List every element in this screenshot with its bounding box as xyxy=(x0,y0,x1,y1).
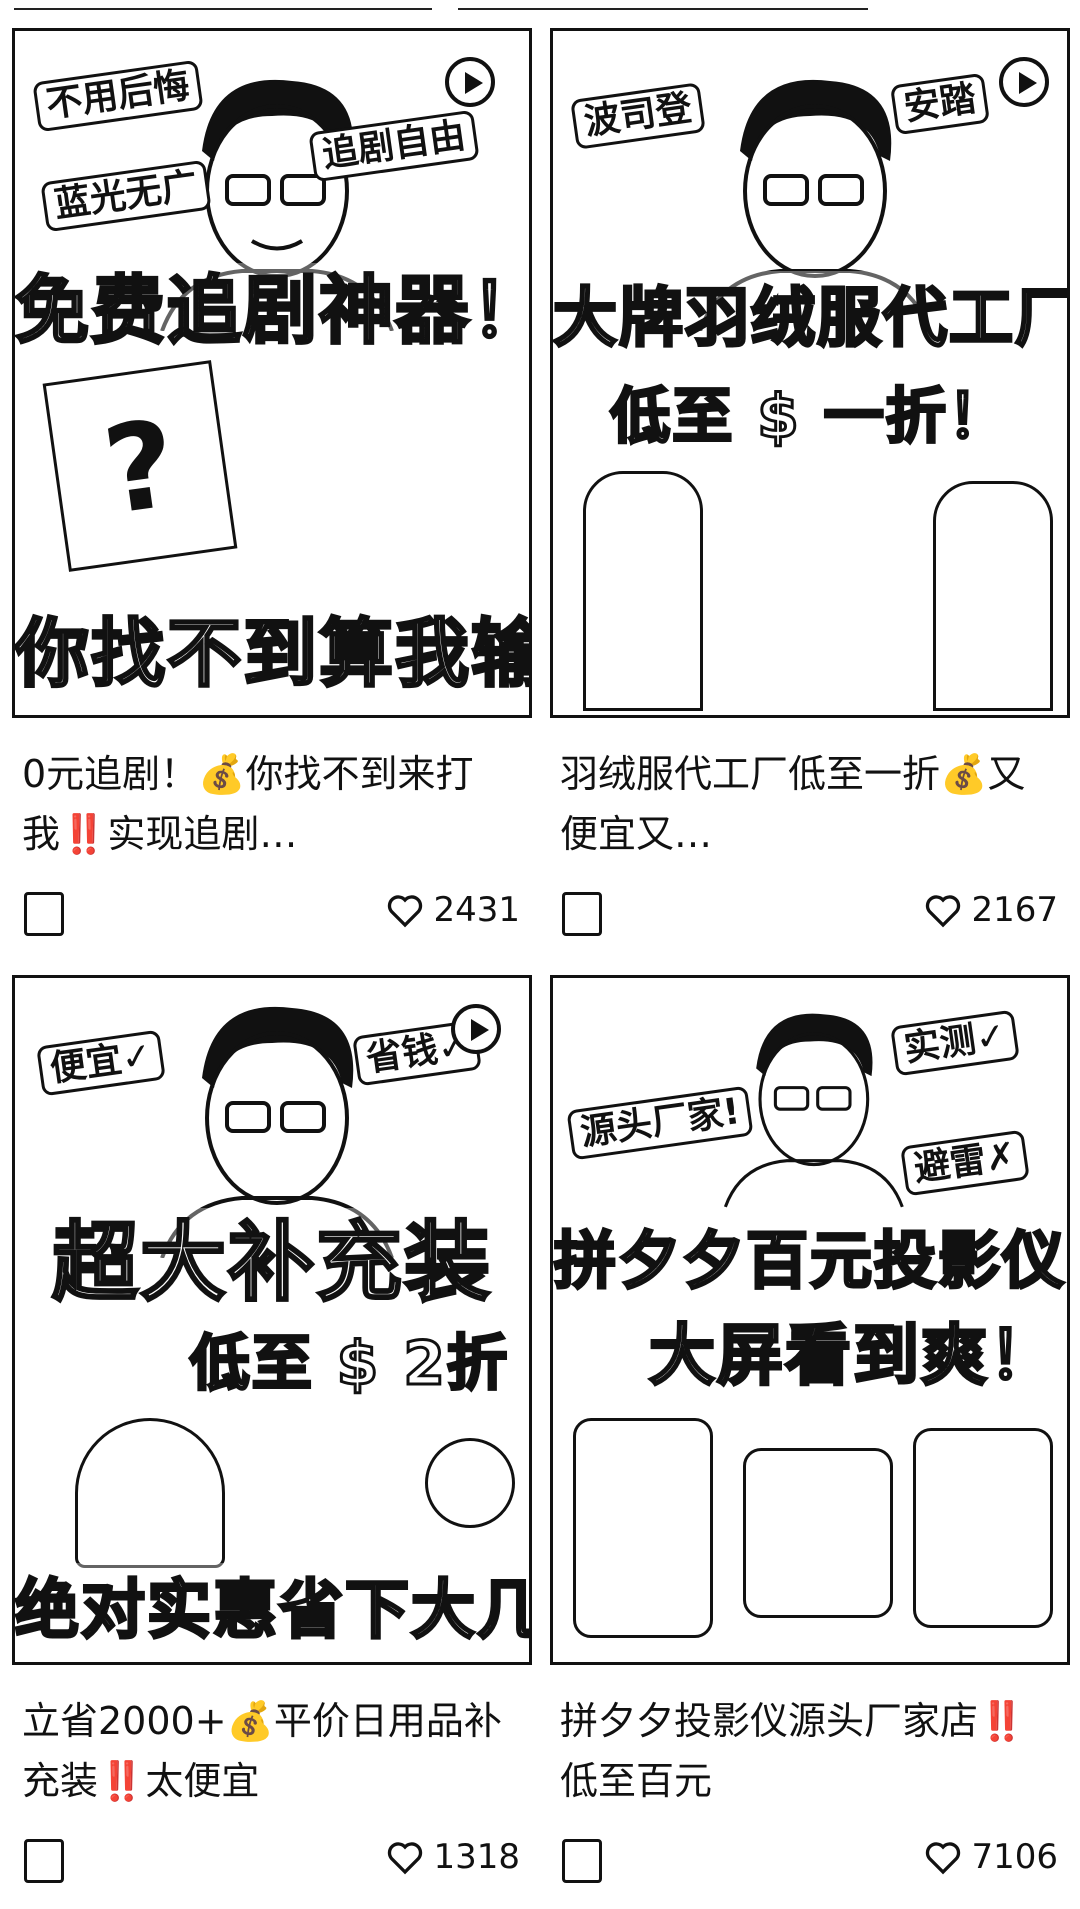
like-button[interactable]: 2431 xyxy=(385,890,520,930)
card-title[interactable]: 立省2000+💰平价日用品补充装‼️太便宜 xyxy=(12,1691,532,1811)
author-avatar[interactable] xyxy=(562,1839,602,1883)
projector-illustration xyxy=(743,1448,893,1618)
like-count: 1318 xyxy=(433,1837,520,1877)
like-button[interactable]: 2167 xyxy=(923,890,1058,930)
like-count: 2431 xyxy=(433,890,520,930)
like-count: 7106 xyxy=(971,1837,1058,1877)
play-circle-icon xyxy=(445,57,495,107)
product-bag-illustration xyxy=(75,1418,225,1568)
cover-subline: 大屏看到爽！ xyxy=(553,1308,1067,1404)
card-thumbnail[interactable]: 便宜✓ 省钱✓ 超大补充装 低至 $ 2折 绝对实惠省下大几千 xyxy=(12,975,532,1665)
cover-subline: 低至 $ 2折 xyxy=(15,1323,529,1405)
card-meta: 1318 xyxy=(12,1829,532,1899)
cover-headline: 免费追剧神器！ xyxy=(15,263,529,359)
feed-card[interactable]: 不用后悔 追剧自由 蓝光无广 免费追剧神器！ ? 你找不到算我输 0元追剧！💰你… xyxy=(12,28,532,952)
author-avatar[interactable] xyxy=(562,892,602,936)
jacket-illustration xyxy=(583,471,703,711)
top-divider-right xyxy=(458,8,868,10)
projector-illustration xyxy=(913,1428,1053,1628)
sticker: 避雷✗ xyxy=(900,1129,1031,1197)
feed-card[interactable]: 便宜✓ 省钱✓ 超大补充装 低至 $ 2折 绝对实惠省下大几千 立省2000+💰… xyxy=(12,975,532,1899)
cover-headline: 拼夕夕百元投影仪 xyxy=(553,1213,1067,1309)
heart-outline-icon xyxy=(926,895,961,928)
card-title[interactable]: 拼夕夕投影仪源头厂家店‼️低至百元 xyxy=(550,1691,1070,1811)
like-button[interactable]: 7106 xyxy=(923,1837,1058,1877)
card-meta: 2431 xyxy=(12,882,532,952)
projector-illustration xyxy=(573,1418,713,1638)
play-circle-icon xyxy=(451,1004,501,1054)
top-divider-left xyxy=(14,8,432,10)
play-circle-icon xyxy=(999,57,1049,107)
author-avatar[interactable] xyxy=(24,892,64,936)
card-title[interactable]: 羽绒服代工厂低至一折💰又便宜又… xyxy=(550,744,1070,864)
cover-subline: 你找不到算我输 xyxy=(15,606,529,702)
cover-headline: 大牌羽绒服代工厂 xyxy=(553,271,1067,367)
cover-headline: 超大补充装 xyxy=(15,1208,529,1318)
card-thumbnail[interactable]: 不用后悔 追剧自由 蓝光无广 免费追剧神器！ ? 你找不到算我输 xyxy=(12,28,532,718)
feed-card[interactable]: 实测✓ 源头厂家! 避雷✗ 拼夕夕百元投影仪 大屏看到爽！ 拼夕夕投影仪源头厂家… xyxy=(550,975,1070,1899)
jacket-illustration xyxy=(933,481,1053,711)
phone-illustration: ? xyxy=(42,360,238,572)
heart-outline-icon xyxy=(388,895,423,928)
card-title[interactable]: 0元追剧！💰你找不到来打我‼️实现追剧… xyxy=(12,744,532,864)
card-meta: 2167 xyxy=(550,882,1070,952)
feed-card[interactable]: 波司登 安踏 大牌羽绒服代工厂 低至 $ 一折！ 羽绒服代工厂低至一折💰又便宜又… xyxy=(550,28,1070,952)
heart-outline-icon xyxy=(926,1842,961,1875)
like-count: 2167 xyxy=(971,890,1058,930)
heart-outline-icon xyxy=(388,1842,423,1875)
author-avatar[interactable] xyxy=(24,1839,64,1883)
card-meta: 7106 xyxy=(550,1829,1070,1899)
like-button[interactable]: 1318 xyxy=(385,1837,520,1877)
cover-subline: 低至 $ 一折！ xyxy=(553,376,1067,458)
product-logo-illustration xyxy=(425,1438,515,1528)
card-thumbnail[interactable]: 实测✓ 源头厂家! 避雷✗ 拼夕夕百元投影仪 大屏看到爽！ xyxy=(550,975,1070,1665)
card-thumbnail[interactable]: 波司登 安踏 大牌羽绒服代工厂 低至 $ 一折！ xyxy=(550,28,1070,718)
feed-page: 不用后悔 追剧自由 蓝光无广 免费追剧神器！ ? 你找不到算我输 0元追剧！💰你… xyxy=(0,0,1080,1909)
cover-footer: 绝对实惠省下大几千 xyxy=(15,1563,529,1659)
